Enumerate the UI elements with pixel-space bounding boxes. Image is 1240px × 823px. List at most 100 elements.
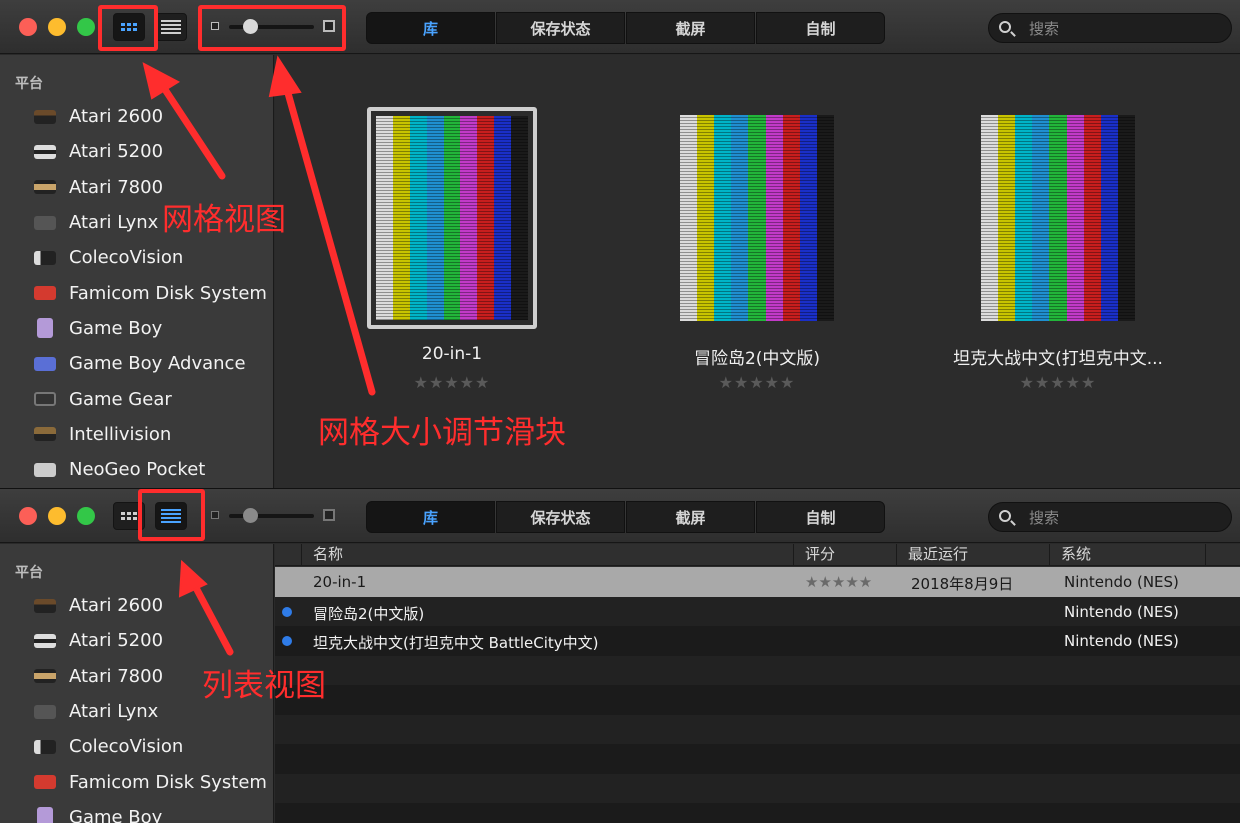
sidebar-item-game-boy-advance[interactable]: Game Boy Advance bbox=[0, 346, 274, 381]
sidebar-item-label: Atari 7800 bbox=[69, 665, 164, 687]
system-cell: Nintendo (NES) bbox=[1064, 602, 1179, 621]
cover-color-bar bbox=[511, 116, 529, 320]
atari-7800-console-icon bbox=[34, 180, 56, 195]
sidebar-item-colecovision[interactable]: ColecoVision bbox=[0, 240, 274, 275]
close-window-button[interactable] bbox=[19, 18, 37, 36]
sidebar-item-famicom-disk-system[interactable]: Famicom Disk System bbox=[0, 275, 274, 310]
last-played-column-header[interactable]: 最近运行 bbox=[897, 544, 1050, 566]
sidebar-item-label: NeoGeo Pocket bbox=[69, 459, 206, 481]
sidebar-item-atari-2600[interactable]: Atari 2600 bbox=[0, 99, 274, 134]
table-row[interactable]: 20-in-1 ★★★★★ 2018年8月9日 Nintendo (NES) bbox=[275, 567, 1240, 597]
sidebar-item-famicom-disk-system[interactable]: Famicom Disk System bbox=[0, 764, 274, 799]
sidebar-item-label: Game Boy bbox=[69, 806, 163, 823]
large-size-icon bbox=[323, 509, 335, 521]
game-cover-art[interactable] bbox=[973, 107, 1143, 329]
sidebar-item-label: Intellivision bbox=[69, 423, 172, 445]
name-column-header[interactable]: 名称 bbox=[302, 544, 794, 566]
sidebar-item-label: Famicom Disk System bbox=[69, 282, 267, 304]
game-rating-stars[interactable]: ★★★★★ bbox=[928, 373, 1188, 392]
list-view-annotation: 列表视图 bbox=[202, 668, 326, 704]
colecovision-console-icon bbox=[34, 250, 56, 265]
game-cover-art[interactable] bbox=[672, 107, 842, 329]
rating-cell[interactable]: ★★★★★ bbox=[805, 573, 872, 591]
system-cell: Nintendo (NES) bbox=[1064, 632, 1179, 650]
game-rating-stars[interactable]: ★★★★★ bbox=[322, 373, 582, 392]
tab-library[interactable]: 库 bbox=[366, 501, 495, 533]
tab-save-states[interactable]: 保存状态 bbox=[496, 12, 625, 44]
tab-homebrew[interactable]: 自制 bbox=[756, 12, 885, 44]
atari-lynx-handheld-icon bbox=[34, 704, 56, 719]
list-view-button[interactable] bbox=[155, 13, 187, 41]
sidebar-item-atari-2600[interactable]: Atari 2600 bbox=[0, 588, 274, 623]
sidebar-item-label: Atari 5200 bbox=[69, 630, 164, 652]
sidebar-item-label: Atari 7800 bbox=[69, 176, 164, 198]
cover-color-bar bbox=[1032, 115, 1050, 321]
sidebar-item-label: ColecoVision bbox=[69, 736, 184, 758]
sidebar-item-game-boy[interactable]: Game Boy bbox=[0, 311, 274, 346]
game-tile[interactable] bbox=[973, 107, 1143, 329]
tab-screenshots[interactable]: 截屏 bbox=[626, 12, 755, 44]
atari-2600-console-icon bbox=[34, 598, 56, 613]
sidebar-item-atari-5200[interactable]: Atari 5200 bbox=[0, 623, 274, 658]
sidebar-item-label: Atari 2600 bbox=[69, 595, 164, 617]
intellivision-console-icon bbox=[34, 427, 56, 442]
cover-color-bar bbox=[1100, 115, 1118, 321]
table-row[interactable]: 坦克大战中文(打坦克中文 BattleCity中文) Nintendo (NES… bbox=[275, 626, 1240, 656]
sidebar-item-label: Atari 2600 bbox=[69, 106, 164, 128]
cover-color-bar bbox=[1049, 115, 1067, 321]
tab-homebrew[interactable]: 自制 bbox=[756, 501, 885, 533]
search-box[interactable] bbox=[988, 502, 1232, 532]
sidebar-item-game-gear[interactable]: Game Gear bbox=[0, 381, 274, 416]
table-body: 20-in-1 ★★★★★ 2018年8月9日 Nintendo (NES) 冒… bbox=[275, 567, 1240, 823]
tab-library[interactable]: 库 bbox=[366, 12, 495, 44]
search-input[interactable] bbox=[1029, 507, 1219, 529]
tab-screenshots[interactable]: 截屏 bbox=[626, 501, 755, 533]
game-tile[interactable] bbox=[672, 107, 842, 329]
cover-color-bar bbox=[477, 116, 495, 320]
cover-color-bar bbox=[697, 115, 715, 321]
empty-table-row bbox=[275, 714, 1240, 744]
grid-view-icon bbox=[121, 512, 137, 520]
search-box[interactable] bbox=[988, 13, 1232, 43]
sidebar-item-label: Atari 5200 bbox=[69, 141, 164, 163]
zoom-window-button[interactable] bbox=[77, 507, 95, 525]
game-rating-stars[interactable]: ★★★★★ bbox=[627, 373, 887, 392]
search-input[interactable] bbox=[1029, 18, 1219, 40]
table-row[interactable]: 冒险岛2(中文版) Nintendo (NES) bbox=[275, 596, 1240, 626]
cover-color-bar bbox=[392, 116, 410, 320]
rating-column-header[interactable]: 评分 bbox=[794, 544, 897, 566]
tab-save-states[interactable]: 保存状态 bbox=[496, 501, 625, 533]
sidebar-item-game-boy[interactable]: Game Boy bbox=[0, 800, 274, 823]
sidebar-item-atari-5200[interactable]: Atari 5200 bbox=[0, 134, 274, 169]
game-title: 20-in-1 bbox=[421, 344, 483, 364]
minimize-window-button[interactable] bbox=[48, 507, 66, 525]
colecovision-console-icon bbox=[34, 739, 56, 754]
system-column-header[interactable]: 系统 bbox=[1050, 544, 1206, 566]
sidebar-item-intellivision[interactable]: Intellivision bbox=[0, 417, 274, 452]
zoom-window-button[interactable] bbox=[77, 18, 95, 36]
cover-color-bar bbox=[765, 115, 783, 321]
sidebar-item-label: Game Boy Advance bbox=[69, 353, 246, 375]
game-tile[interactable] bbox=[367, 107, 537, 329]
close-window-button[interactable] bbox=[19, 507, 37, 525]
grid-size-slider bbox=[211, 507, 339, 525]
game-title: 坦克大战中文(打坦克中文... bbox=[953, 349, 1163, 369]
game-cover-art[interactable] bbox=[367, 107, 537, 329]
minimize-window-button[interactable] bbox=[48, 18, 66, 36]
platform-list: Atari 2600 Atari 5200 Atari 7800 Atari L… bbox=[0, 99, 274, 487]
empty-table-row bbox=[275, 685, 1240, 715]
game-name-cell: 20-in-1 bbox=[313, 573, 367, 591]
new-game-dot-icon bbox=[282, 606, 292, 617]
sidebar-item-colecovision[interactable]: ColecoVision bbox=[0, 729, 274, 764]
cover-color-bar bbox=[409, 116, 427, 320]
list-view-icon bbox=[161, 20, 181, 34]
sidebar-item-neogeo-pocket[interactable]: NeoGeo Pocket bbox=[0, 452, 274, 487]
cover-color-bar bbox=[816, 115, 834, 321]
sidebar-item-label: ColecoVision bbox=[69, 247, 184, 269]
grid-view-window: 库 保存状态 截屏 自制 平台 Atari 2600 Atari 5200 At… bbox=[0, 0, 1240, 488]
game-name-cell: 冒险岛2(中文版) bbox=[313, 604, 425, 623]
cover-color-bar bbox=[443, 116, 461, 320]
neogeo-pocket-handheld-icon bbox=[34, 462, 56, 477]
last-played-cell: 2018年8月9日 bbox=[911, 575, 1014, 593]
status-column-header[interactable] bbox=[275, 544, 302, 566]
